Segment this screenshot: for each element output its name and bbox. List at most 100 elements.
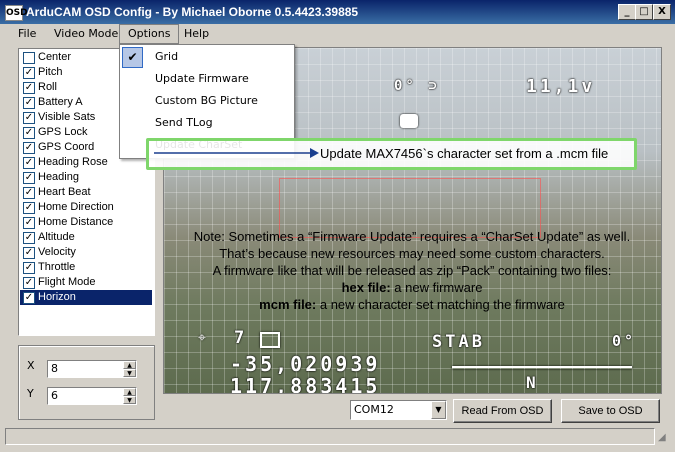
osd-heading[interactable]: 0°: [612, 332, 636, 350]
resize-grip-icon[interactable]: ◢: [658, 432, 670, 444]
list-item[interactable]: ✓ Velocity: [20, 245, 152, 260]
checkbox[interactable]: ✓: [23, 292, 35, 304]
chevron-down-icon[interactable]: ▼: [123, 396, 136, 404]
list-item-label: Home Distance: [38, 216, 114, 228]
menu-item-grid[interactable]: Grid: [120, 46, 292, 68]
checkbox[interactable]: ✓: [23, 262, 35, 274]
y-stepper[interactable]: 6 ▲ ▼: [47, 387, 137, 405]
list-item[interactable]: ✓ Throttle: [20, 260, 152, 275]
menu-help[interactable]: Help: [176, 24, 217, 44]
list-item-label: Flight Mode: [38, 276, 96, 288]
menu-bar: File Video Mode Options Help: [0, 24, 675, 44]
list-item-label: Heading: [38, 171, 79, 183]
list-item-label: Pitch: [38, 66, 63, 78]
checkbox[interactable]: ✓: [23, 97, 35, 109]
checkbox[interactable]: ✓: [23, 277, 35, 289]
satellite-icon[interactable]: ⌖: [198, 330, 206, 346]
chevron-down-icon[interactable]: ▼: [123, 369, 136, 377]
osd-longitude[interactable]: 117,883415: [230, 374, 380, 393]
checkbox[interactable]: ✓: [23, 172, 35, 184]
note-mcm: mcm file: a new character set matching t…: [165, 296, 659, 313]
list-item-label: GPS Coord: [38, 141, 95, 153]
x-stepper[interactable]: 8 ▲ ▼: [47, 360, 137, 378]
window-title: ArduCAM OSD Config - By Michael Oborne 0…: [26, 5, 359, 19]
osd-battery[interactable]: 11,1v: [526, 76, 595, 97]
checkbox[interactable]: ✓: [23, 202, 35, 214]
checkbox[interactable]: ✓: [23, 187, 35, 199]
com-port-value: COM12: [354, 403, 394, 416]
checkbox[interactable]: [23, 52, 35, 64]
checkbox[interactable]: ✓: [23, 112, 35, 124]
position-group: X 8 ▲ ▼ Y 6 ▲ ▼: [18, 345, 155, 420]
list-item[interactable]: ✓ Flight Mode: [20, 275, 152, 290]
checkbox[interactable]: ✓: [23, 217, 35, 229]
menu-item-update-firmware[interactable]: Update Firmware: [120, 68, 292, 90]
callout-text: Update MAX7456`s character set from a .m…: [320, 146, 609, 161]
list-item-label: Roll: [38, 81, 57, 93]
note-mcm-label: mcm file:: [259, 297, 317, 312]
checkbox[interactable]: ✓: [23, 247, 35, 259]
menu-video-mode[interactable]: Video Mode: [46, 24, 126, 44]
compass-north[interactable]: N: [526, 373, 539, 392]
save-to-osd-button[interactable]: Save to OSD: [561, 399, 660, 423]
note-line-2: That’s because new resources may need so…: [219, 246, 605, 261]
list-item[interactable]: ✓ Home Distance: [20, 215, 152, 230]
list-item-label: Center: [38, 51, 72, 63]
osd-latitude[interactable]: -35,020939: [230, 352, 380, 376]
app-icon: OSD: [5, 5, 28, 21]
menu-options[interactable]: Options: [119, 24, 180, 44]
heading-rose[interactable]: [452, 366, 632, 369]
checkbox[interactable]: ✓: [23, 67, 35, 79]
list-item-label: Altitude: [38, 231, 75, 243]
y-label: Y: [27, 387, 34, 400]
x-value: 8: [51, 362, 58, 375]
chevron-up-icon[interactable]: ▲: [123, 388, 136, 396]
note-hex-desc: a new firmware: [390, 280, 483, 295]
arrow-icon: [154, 148, 319, 158]
minimize-button[interactable]: _: [618, 4, 636, 20]
list-item[interactable]: ✓ Altitude: [20, 230, 152, 245]
menu-item-send-tlog[interactable]: Send TLog: [120, 112, 292, 134]
x-stepper-buttons[interactable]: ▲ ▼: [123, 361, 136, 377]
chevron-down-icon[interactable]: ▼: [431, 401, 446, 419]
note-hex: hex file: a new firmware: [165, 279, 659, 296]
checkbox[interactable]: ✓: [23, 232, 35, 244]
list-item-label: Throttle: [38, 261, 76, 273]
read-from-osd-button[interactable]: Read From OSD: [453, 399, 552, 423]
list-item-label: Battery A: [38, 96, 83, 108]
y-stepper-buttons[interactable]: ▲ ▼: [123, 388, 136, 404]
list-item-label: Visible Sats: [38, 111, 96, 123]
status-bar: [5, 428, 655, 445]
y-value: 6: [51, 389, 58, 402]
checkbox[interactable]: ✓: [23, 142, 35, 154]
note-text: Note: Sometimes a “Firmware Update” requ…: [165, 228, 659, 313]
note-line-3: A firmware like that will be released as…: [212, 263, 612, 278]
list-item-label: Heading Rose: [38, 156, 108, 168]
com-port-select[interactable]: COM12 ▼: [350, 400, 447, 420]
title-bar: OSD ArduCAM OSD Config - By Michael Obor…: [0, 0, 675, 24]
checkbox[interactable]: ✓: [23, 82, 35, 94]
gps-lock-icon[interactable]: [260, 332, 280, 348]
list-item-label: Home Direction: [38, 201, 114, 213]
checkbox[interactable]: ✓: [23, 127, 35, 139]
osd-heading-marker[interactable]: 0° ⊃: [394, 78, 440, 94]
note-hex-label: hex file:: [341, 280, 391, 295]
list-item[interactable]: ✓ Home Direction: [20, 200, 152, 215]
list-item-label: Velocity: [38, 246, 76, 258]
list-item[interactable]: ✓ Heading: [20, 170, 152, 185]
list-item-label: Heart Beat: [38, 186, 91, 198]
list-item[interactable]: ✓ Heart Beat: [20, 185, 152, 200]
menu-file[interactable]: File: [10, 24, 44, 44]
list-item-label: GPS Lock: [38, 126, 88, 138]
list-item-selected[interactable]: ✓ Horizon: [20, 290, 152, 305]
home-direction-icon[interactable]: [400, 114, 418, 128]
chevron-up-icon[interactable]: ▲: [123, 361, 136, 369]
osd-flight-mode[interactable]: STAB: [432, 332, 485, 352]
osd-sats[interactable]: 7: [234, 328, 247, 348]
close-button[interactable]: X: [653, 4, 671, 20]
list-item-label: Horizon: [38, 291, 76, 303]
note-line-1: Note: Sometimes a “Firmware Update” requ…: [193, 229, 631, 244]
menu-item-custom-bg-picture[interactable]: Custom BG Picture: [120, 90, 292, 112]
checkbox[interactable]: ✓: [23, 157, 35, 169]
maximize-button[interactable]: □: [635, 4, 653, 20]
